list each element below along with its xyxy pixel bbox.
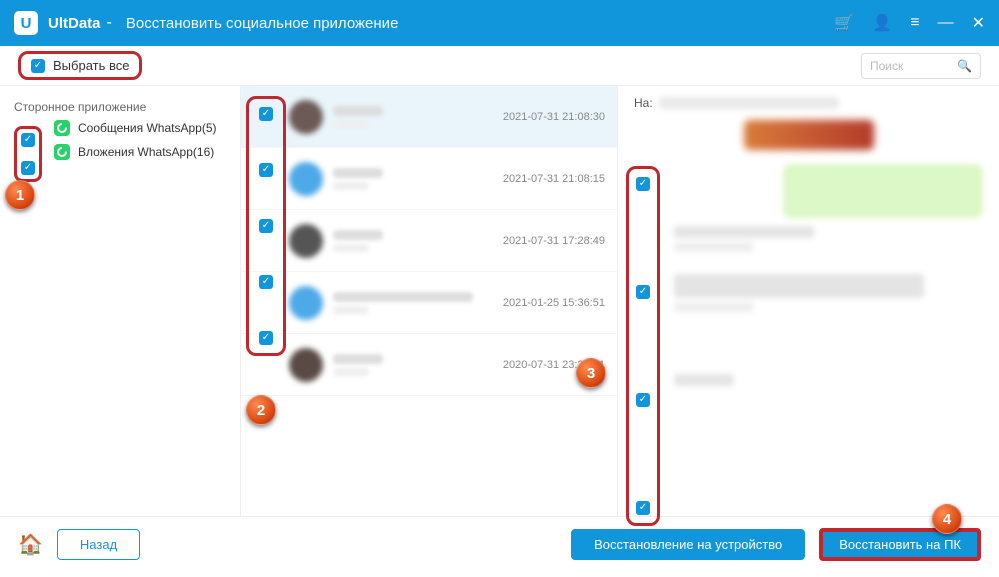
restore-device-button[interactable]: Восстановление на устройство <box>571 529 805 560</box>
select-all-label: Выбрать все <box>53 58 129 73</box>
avatar <box>289 100 323 134</box>
checkbox-icon[interactable]: ✓ <box>636 285 650 299</box>
close-icon[interactable]: ✕ <box>972 13 985 33</box>
timestamp: 2021-07-31 21:08:30 <box>503 111 605 123</box>
annotation-marker-4: 4 <box>932 504 962 534</box>
message-item <box>634 226 983 252</box>
checkbox-icon[interactable]: ✓ <box>259 107 273 121</box>
whatsapp-icon <box>54 120 70 136</box>
checkbox-icon[interactable]: ✓ <box>21 161 35 175</box>
avatar <box>289 286 323 320</box>
checkbox-icon[interactable]: ✓ <box>259 219 273 233</box>
checkbox-icon[interactable]: ✓ <box>636 501 650 515</box>
whatsapp-icon <box>54 144 70 160</box>
conversation-item[interactable]: 2021-07-31 17:28:49 <box>241 210 617 272</box>
checkbox-icon[interactable]: ✓ <box>259 163 273 177</box>
checkbox-icon[interactable]: ✓ <box>259 275 273 289</box>
search-placeholder: Поиск <box>870 59 903 73</box>
toolbar: ✓ Выбрать все Поиск 🔍 <box>0 46 999 86</box>
avatar <box>289 348 323 382</box>
sidebar-item-label: Сообщения WhatsApp(5) <box>78 121 217 135</box>
preview-image <box>744 120 874 150</box>
window-subtitle: Восстановить социальное приложение <box>126 15 399 32</box>
conversation-item[interactable]: 2021-07-31 21:08:15 <box>241 148 617 210</box>
sidebar: Сторонное приложение ✓ ✓ Сообщения Whats… <box>0 86 240 516</box>
search-icon: 🔍 <box>957 59 972 73</box>
restore-pc-button[interactable]: Восстановить на ПК <box>819 528 981 561</box>
checkbox-icon[interactable]: ✓ <box>259 331 273 345</box>
message-checkbox-column: ✓ ✓ ✓ ✓ <box>626 166 660 526</box>
sidebar-item-whatsapp-attachments[interactable]: Вложения WhatsApp(16) <box>54 144 217 160</box>
footer: 🏠 Назад Восстановление на устройство Вос… <box>0 516 999 571</box>
menu-icon[interactable]: ≡ <box>910 14 919 32</box>
app-logo: U <box>14 11 38 35</box>
conversation-item[interactable]: 2021-01-25 15:36:51 <box>241 272 617 334</box>
conversation-checkbox-column: ✓ ✓ ✓ ✓ ✓ <box>246 96 286 356</box>
timestamp: 2021-01-25 15:36:51 <box>503 297 605 309</box>
sidebar-checkbox-group: ✓ ✓ <box>14 126 42 182</box>
recipient-value <box>659 97 839 109</box>
checkbox-icon[interactable]: ✓ <box>31 59 45 73</box>
conversation-list: ✓ ✓ ✓ ✓ ✓ 2021-07-31 21:08:30 2021-07-31… <box>240 86 618 516</box>
sidebar-item-label: Вложения WhatsApp(16) <box>78 145 214 159</box>
timestamp: 2021-07-31 21:08:15 <box>503 173 605 185</box>
conversation-item[interactable]: 2021-07-31 21:08:30 <box>241 86 617 148</box>
checkbox-icon[interactable]: ✓ <box>21 133 35 147</box>
search-input[interactable]: Поиск 🔍 <box>861 53 981 79</box>
annotation-marker-2: 2 <box>246 395 276 425</box>
sidebar-item-whatsapp-messages[interactable]: Сообщения WhatsApp(5) <box>54 120 217 136</box>
message-item <box>634 374 983 386</box>
home-icon[interactable]: 🏠 <box>18 532 43 557</box>
annotation-marker-3: 3 <box>576 358 606 388</box>
detail-panel: На: ✓ ✓ ✓ ✓ <box>618 86 999 516</box>
main-area: Сторонное приложение ✓ ✓ Сообщения Whats… <box>0 86 999 516</box>
cart-icon[interactable]: 🛒 <box>834 13 854 33</box>
annotation-marker-1: 1 <box>5 180 35 210</box>
timestamp: 2021-07-31 17:28:49 <box>503 235 605 247</box>
select-all[interactable]: ✓ Выбрать все <box>18 51 142 80</box>
app-name: UltData <box>48 15 101 32</box>
sidebar-heading: Сторонное приложение <box>14 100 226 114</box>
avatar <box>289 224 323 258</box>
minimize-icon[interactable]: — <box>938 14 954 32</box>
user-icon[interactable]: 👤 <box>872 13 892 33</box>
avatar <box>289 162 323 196</box>
back-button[interactable]: Назад <box>57 529 140 560</box>
checkbox-icon[interactable]: ✓ <box>636 393 650 407</box>
to-label: На: <box>634 96 653 110</box>
message-item <box>634 274 983 312</box>
title-bar: U UltData - Восстановить социальное прил… <box>0 0 999 46</box>
checkbox-icon[interactable]: ✓ <box>636 177 650 191</box>
message-bubble <box>783 164 983 218</box>
conversation-item[interactable]: 2020-07-31 23:21:21 <box>241 334 617 396</box>
